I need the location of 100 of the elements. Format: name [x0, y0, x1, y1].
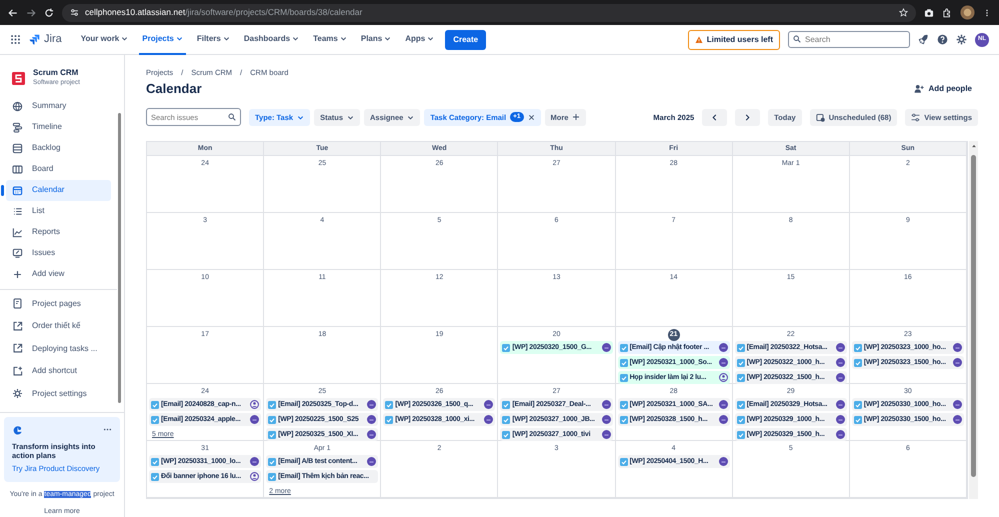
task-checkbox-icon — [854, 344, 862, 352]
nav-menu-item[interactable]: Projects — [139, 24, 186, 54]
sidebar-link[interactable]: Project settings — [6, 382, 111, 406]
close-icon[interactable] — [528, 114, 535, 121]
profile-avatar-icon[interactable] — [960, 5, 975, 20]
avatar-icon — [836, 430, 845, 440]
avatar-icon — [953, 400, 962, 410]
extensions-icon[interactable] — [942, 8, 952, 18]
avatar-icon — [718, 358, 728, 368]
settings-icon — [12, 388, 23, 400]
task-checkbox-icon — [385, 416, 394, 424]
avatar-icon — [367, 457, 376, 466]
chevron-left-icon — [711, 114, 718, 121]
task-checkbox-icon — [502, 344, 510, 352]
chevron-down-icon — [407, 114, 414, 121]
avatar-icon — [367, 430, 376, 440]
task-checkbox-icon — [736, 416, 745, 424]
warning-icon — [694, 36, 703, 44]
task-checkbox-icon — [151, 416, 159, 424]
avatar-icon — [836, 343, 845, 352]
avatar-icon — [953, 358, 962, 368]
forward-icon[interactable] — [26, 8, 36, 18]
task-checkbox-icon — [620, 344, 628, 352]
sidebar-item[interactable]: Board — [6, 158, 111, 180]
help-icon[interactable] — [937, 34, 948, 45]
nav-menu-item[interactable]: Your work — [78, 24, 132, 54]
avatar-icon — [250, 415, 260, 424]
sidebar-link[interactable]: Add shortcut — [6, 360, 111, 383]
avatar-icon — [836, 358, 845, 368]
task-checkbox-icon — [620, 416, 628, 424]
sidebar-link[interactable]: Project pages — [6, 292, 111, 316]
sidebar-item[interactable]: Calendar — [6, 180, 111, 201]
avatar-icon — [484, 415, 494, 424]
back-icon[interactable] — [8, 8, 18, 18]
task-checkbox-icon — [502, 400, 510, 409]
sidebar-item[interactable]: Summary — [6, 96, 111, 117]
avatar-icon — [602, 343, 611, 352]
search-icon — [228, 113, 236, 122]
nav-menu-item[interactable]: Dashboards — [240, 24, 302, 54]
external-link-icon — [12, 320, 23, 332]
sliders-icon — [911, 112, 920, 122]
settings-icon[interactable] — [956, 34, 967, 45]
avatar-icon — [836, 373, 845, 382]
task-checkbox-icon — [268, 458, 276, 466]
avatar-icon — [718, 415, 728, 424]
scrollbar[interactable] — [118, 112, 121, 403]
add-shortcut-icon — [12, 366, 23, 377]
task-checkbox-icon — [736, 400, 745, 409]
nav-menu-item[interactable]: Filters — [194, 24, 233, 54]
project-logo-icon — [12, 72, 25, 85]
calendar-clock-icon — [816, 112, 825, 122]
nav-menu-item[interactable]: Teams — [310, 24, 350, 54]
unassigned-user-icon — [250, 400, 260, 410]
avatar-icon — [602, 415, 611, 424]
nav-menu-item[interactable]: Apps — [402, 24, 438, 54]
scroll-up-icon[interactable] — [970, 143, 976, 150]
sidebar-item[interactable]: Backlog — [6, 138, 111, 159]
task-checkbox-icon — [151, 472, 159, 481]
timeline-icon — [12, 122, 23, 133]
jira-logo-icon[interactable] — [29, 34, 40, 45]
task-checkbox-icon — [736, 374, 745, 382]
external-link-icon — [12, 343, 23, 354]
reload-icon[interactable] — [44, 8, 54, 18]
address-bar[interactable]: cellphones10.atlassian.net/jira/software/projects/CRM/boards/38/calendar — [62, 4, 916, 22]
task-checkbox-icon — [620, 400, 628, 409]
search-field[interactable]: Search — [788, 31, 910, 48]
avatar-icon — [250, 457, 260, 466]
unassigned-user-icon — [250, 472, 260, 482]
sidebar-item[interactable]: Reports — [6, 222, 111, 243]
unassigned-user-icon — [718, 373, 728, 382]
project-name: Scrum CRM — [33, 69, 80, 78]
sidebar-link[interactable]: Order thiết kế — [6, 315, 111, 338]
add-people-button[interactable]: Add people — [908, 80, 978, 98]
limited-users-button[interactable]: Limited users left — [688, 30, 780, 50]
chevron-down-icon — [292, 35, 300, 42]
chevron-down-icon — [222, 35, 230, 42]
app-switcher-icon[interactable] — [10, 34, 21, 45]
nav-menu-item[interactable]: Plans — [358, 24, 394, 54]
task-checkbox-icon — [854, 416, 862, 424]
task-checkbox-icon — [268, 400, 276, 409]
task-checkbox-icon — [736, 358, 745, 367]
search-icon — [793, 35, 801, 43]
sidebar-item[interactable]: Issues — [6, 242, 111, 264]
sidebar-link[interactable]: Deploying tasks ... — [6, 338, 111, 360]
sidebar-item[interactable]: Add view — [6, 264, 111, 285]
camera-icon[interactable] — [924, 8, 934, 18]
product-name[interactable]: Jira — [44, 31, 62, 48]
task-checkbox-icon — [268, 472, 276, 481]
rocket-icon[interactable] — [918, 34, 929, 45]
sidebar-item[interactable]: Timeline — [6, 116, 111, 138]
plus-icon — [572, 113, 580, 122]
star-icon[interactable] — [899, 8, 908, 17]
scrollbar-thumb[interactable] — [971, 155, 976, 478]
avatar-icon — [836, 400, 845, 410]
avatar-icon — [602, 400, 611, 410]
selection-indicator — [1, 184, 4, 196]
avatar-icon — [836, 415, 845, 424]
sidebar-item[interactable]: List — [6, 200, 111, 222]
create-button[interactable]: Create — [445, 30, 486, 50]
task-checkbox-icon — [854, 358, 862, 367]
